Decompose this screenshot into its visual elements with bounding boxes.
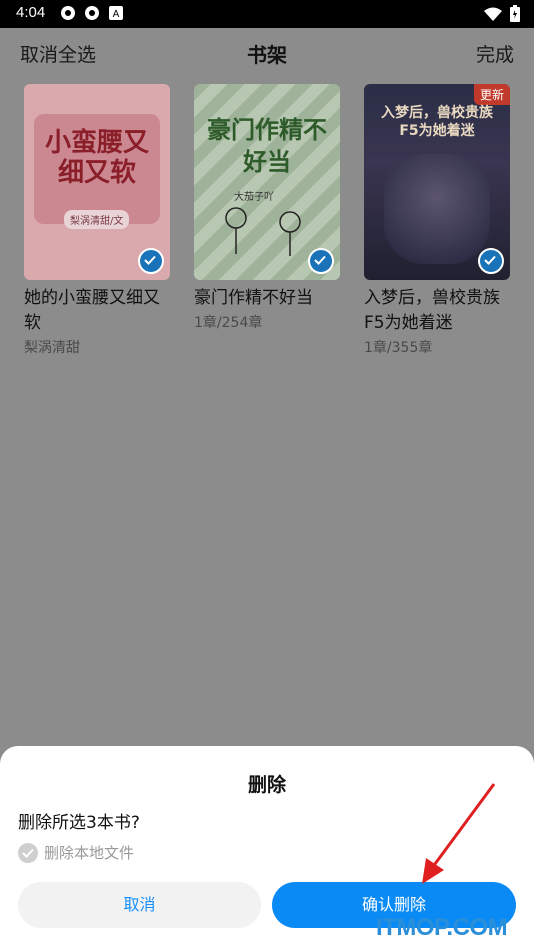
checkbox-icon[interactable] — [18, 842, 38, 863]
font-notification-icon: A — [109, 6, 123, 20]
cover-title: 入梦后，兽校贵族F5为她着迷 — [381, 105, 493, 139]
status-bar: 4:04 A — [0, 0, 534, 28]
dialog-message: 删除所选3本书? — [18, 813, 140, 833]
app-notification-icon-2 — [85, 6, 99, 20]
book-item[interactable]: 豪门作精不好当 大茄子吖 豪门作精不好当 1章/254章 — [194, 84, 340, 332]
app-notification-icon — [61, 6, 75, 20]
delete-local-file-option[interactable]: 删除本地文件 — [18, 842, 134, 863]
selected-check-icon[interactable] — [138, 248, 164, 274]
book-cover: 更新 入梦后，兽校贵族F5为她着迷 — [364, 84, 510, 280]
update-badge: 更新 — [473, 84, 510, 105]
wifi-icon — [484, 7, 502, 21]
selected-check-icon[interactable] — [308, 248, 334, 274]
book-subtitle: 梨涡清甜 — [24, 340, 80, 356]
book-item[interactable]: 更新 入梦后，兽校贵族F5为她着迷 入梦后，兽校贵族F5为她着迷 1章/355章 — [364, 84, 510, 357]
book-title: 她的小蛮腰又细又软 — [24, 288, 160, 333]
option-label: 删除本地文件 — [44, 844, 135, 862]
book-item[interactable]: 小蛮腰又细又软 梨涡清甜/文 她的小蛮腰又细又软 梨涡清甜 — [24, 84, 170, 357]
book-title: 入梦后，兽校贵族F5为她着迷 — [364, 288, 500, 333]
book-title: 豪门作精不好当 — [194, 288, 313, 308]
selected-check-icon[interactable] — [478, 248, 504, 274]
done-button[interactable]: 完成 — [476, 40, 514, 67]
cover-illustration-icon — [225, 207, 301, 256]
svg-text:A: A — [113, 9, 120, 20]
status-time: 4:04 — [16, 4, 46, 21]
cancel-button[interactable]: 取消 — [18, 882, 261, 928]
watermark: ITMOP.COM — [376, 914, 508, 941]
book-subtitle: 1章/254章 — [194, 315, 263, 331]
book-cover: 豪门作精不好当 大茄子吖 — [194, 84, 340, 280]
cover-author: 梨涡清甜/文 — [64, 210, 130, 229]
book-cover: 小蛮腰又细又软 梨涡清甜/文 — [24, 84, 170, 280]
cover-title: 豪门作精不好当 — [207, 116, 327, 176]
cover-author: 大茄子吖 — [234, 192, 274, 203]
annotation-arrow-icon — [422, 783, 496, 884]
battery-icon — [510, 5, 520, 22]
cover-title: 小蛮腰又细又软 — [44, 128, 149, 188]
top-bar: 取消全选 书架 完成 — [0, 28, 534, 76]
page-title: 书架 — [247, 43, 287, 67]
book-subtitle: 1章/355章 — [364, 340, 433, 356]
